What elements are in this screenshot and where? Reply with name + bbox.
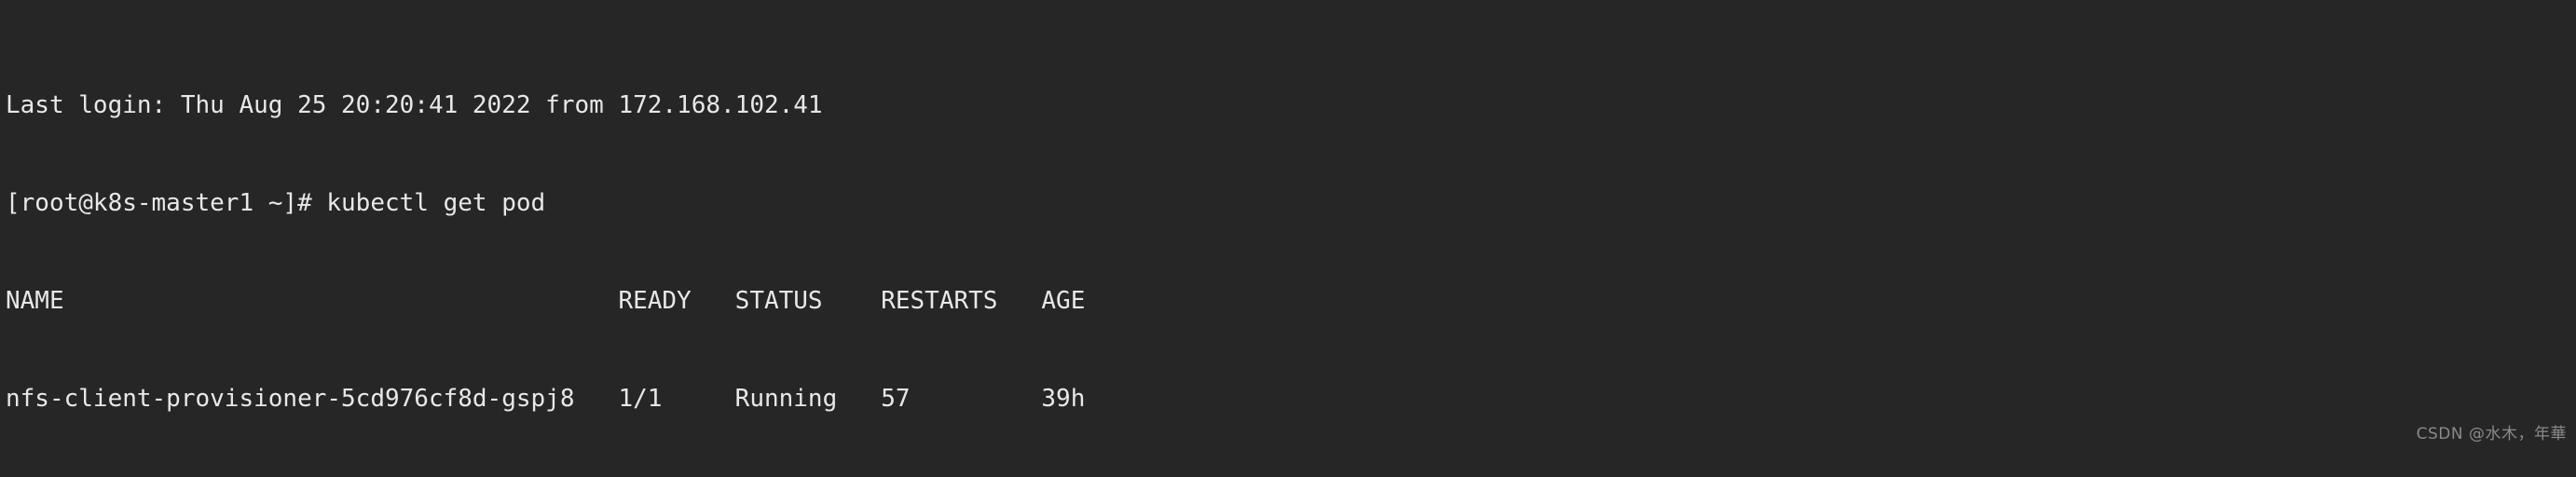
terminal-line-prompt-get-pod: [root@k8s-master1 ~]# kubectl get pod — [6, 189, 546, 217]
csdn-watermark: CSDN @水木，年華 — [2416, 425, 2567, 443]
terminal-line-pod-header: NAME READY STATUS RESTARTS AGE — [6, 287, 1086, 315]
terminal-line-last-login: Last login: Thu Aug 25 20:20:41 2022 fro… — [6, 91, 823, 119]
terminal-line-pod-row-1: nfs-client-provisioner-5cd976cf8d-gspj8 … — [6, 385, 1086, 413]
terminal-screen[interactable]: Last login: Thu Aug 25 20:20:41 2022 fro… — [0, 0, 2576, 477]
terminal-window[interactable]: Last login: Thu Aug 25 20:20:41 2022 fro… — [0, 0, 2576, 477]
